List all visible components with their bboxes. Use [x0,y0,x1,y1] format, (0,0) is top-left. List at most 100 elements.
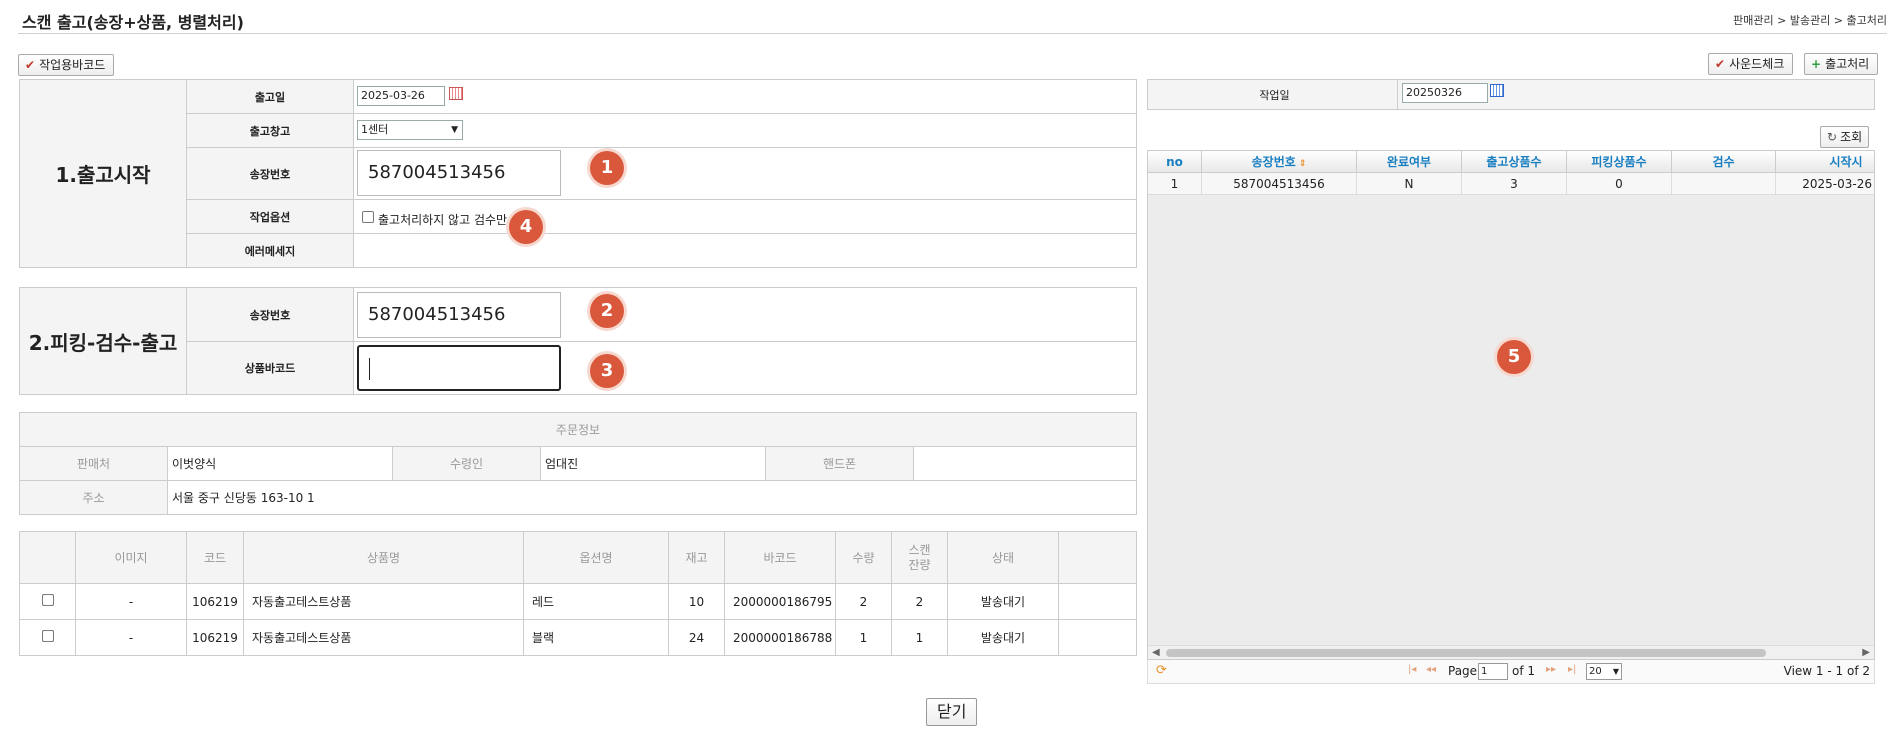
grid-col-start[interactable]: 시작시 [1776,151,1874,172]
scroll-left-icon[interactable]: ◀ [1152,646,1160,660]
grid-col-ship-qty[interactable]: 출고상품수 [1462,151,1567,172]
calendar-icon[interactable] [449,87,463,100]
picking-invoice-input[interactable]: 587004513456 [357,292,561,338]
grid-pager: ⟳ |◂ ◂◂ Page 1 of 1 ▸▸ ▸| 20 ▼ View 1 - 1… [1147,660,1875,684]
page-of-label: of 1 [1512,664,1536,678]
warehouse-select[interactable]: 1센터 ▼ [357,120,463,140]
search-button[interactable]: ↻ 조회 [1820,126,1870,148]
table-row: - 106219 자동출고테스트상품 레드 10 2000000186795 2… [19,583,1137,620]
prev-page-icon[interactable]: ◂◂ [1426,664,1436,675]
row-option: 레드 [523,583,669,620]
plus-icon: + [1811,57,1822,71]
grid-col-pick-qty[interactable]: 피킹상품수 [1567,151,1672,172]
row-extra [1058,619,1137,656]
work-barcode-label: 작업용바코드 [39,58,106,72]
breadcrumb: 판매관리 > 발송관리 > 출고처리 [1733,14,1887,27]
scroll-right-icon[interactable]: ▶ [1862,646,1870,660]
scrollbar-thumb[interactable] [1166,649,1766,657]
row-code: 106219 [186,583,244,620]
row-checkbox[interactable] [41,630,54,642]
row-image: - [75,583,187,620]
search-label: 조회 [1840,130,1863,144]
error-label: 에러메세지 [186,233,354,268]
address-label: 주소 [19,480,168,515]
row-remain: 2 [891,583,948,620]
row-qty: 2 [835,583,892,620]
invoice-label: 송장번호 [186,147,354,200]
product-barcode-input[interactable] [357,345,561,391]
ship-process-label: 출고처리 [1825,57,1870,71]
row-checkbox-cell [19,619,76,656]
ship-process-button[interactable]: + 출고처리 [1804,53,1879,75]
receiver-label: 수령인 [392,446,541,481]
row-stock: 24 [668,619,725,656]
ship-date-input[interactable]: 2025-03-26 [357,86,445,106]
grid-col-check[interactable]: 검수 [1672,151,1776,172]
work-date-input[interactable]: 20250326 [1402,83,1488,103]
address-value: 서울 중구 신당동 163-10 1 [167,480,1137,515]
work-date-label: 작업일 [1147,79,1398,110]
start-section: 1.출고시작 출고일 출고창고 송장번호 작업옵션 에러메세지 [19,79,1137,268]
row-status: 발송대기 [947,583,1059,620]
calendar-icon[interactable] [1490,84,1504,97]
row-barcode: 2000000186795 [724,583,836,620]
page-input[interactable]: 1 [1478,663,1508,680]
table-row: - 106219 자동출고테스트상품 블랙 24 2000000186788 1… [19,619,1137,656]
view-range-text: View 1 - 1 of 2 [1783,664,1870,678]
next-page-icon[interactable]: ▸▸ [1546,664,1556,675]
page-label: Page [1448,664,1478,678]
sound-check-button[interactable]: ✔ 사운드체크 [1708,53,1794,75]
text-cursor [369,358,370,380]
grid-header: no 송장번호 ⇕ 완료여부 출고상품수 피킹상품수 검수 시작시 [1148,151,1874,173]
order-info-table: 주문정보 판매처 이벗양식 수령인 엄대진 핸드폰 주소 서울 중구 신당동 1… [19,412,1137,515]
grid-col-done[interactable]: 완료여부 [1357,151,1462,172]
seller-label: 판매처 [19,446,168,481]
col-extra [1058,531,1137,584]
warehouse-label: 출고창고 [186,113,354,148]
grid-cell-start: 2025-03-26 [1802,177,1872,191]
inspect-only-label: 출고처리하지 않고 검수만 [378,213,508,227]
callout-badge-5: 5 [1497,340,1531,374]
error-message [353,233,1137,268]
row-name: 자동출고테스트상품 [243,619,524,656]
work-date-bar: 작업일 [1147,79,1875,110]
picking-section: 2.피킹-검수-출고 송장번호 상품바코드 [19,287,1137,395]
option-label: 작업옵션 [186,199,354,234]
product-barcode-label: 상품바코드 [186,341,354,395]
col-qty: 수량 [835,531,892,584]
col-image: 이미지 [75,531,187,584]
start-invoice-input[interactable]: 587004513456 [357,150,561,196]
col-name: 상품명 [243,531,524,584]
ship-date-label: 출고일 [186,79,354,114]
close-button[interactable]: 닫기 [926,698,978,726]
last-page-icon[interactable]: ▸| [1568,664,1576,675]
grid-row[interactable]: 1 587004513456 N 3 0 2025-03-26 [1148,173,1874,195]
page-size-select[interactable]: 20 ▼ [1586,663,1622,680]
grid-col-no[interactable]: no [1148,151,1202,172]
work-barcode-button[interactable]: ✔ 작업용바코드 [18,54,115,76]
callout-badge-3: 3 [590,354,624,388]
row-name: 자동출고테스트상품 [243,583,524,620]
refresh-icon: ↻ [1827,130,1838,144]
picking-invoice-label: 송장번호 [186,287,354,342]
warehouse-cell [353,113,1137,148]
callout-badge-2: 2 [590,294,624,328]
row-checkbox-cell [19,583,76,620]
reload-icon[interactable]: ⟳ [1156,663,1167,678]
sound-check-label: 사운드체크 [1729,57,1785,71]
divider [18,33,1887,34]
page-size-value: 20 [1589,666,1602,677]
phone-value [913,446,1137,481]
inspect-only-checkbox[interactable] [362,211,374,223]
horizontal-scrollbar[interactable]: ◀ ▶ [1148,645,1874,659]
callout-badge-1: 1 [590,151,624,185]
first-page-icon[interactable]: |◂ [1408,664,1416,675]
row-checkbox[interactable] [41,594,54,606]
shipment-grid: no 송장번호 ⇕ 완료여부 출고상품수 피킹상품수 검수 시작시 1 58700… [1147,150,1875,660]
sort-icon: ⇕ [1298,159,1307,169]
section2-title: 2.피킹-검수-출고 [19,287,187,395]
receiver-value: 엄대진 [540,446,766,481]
page-title: 스캔 출고(송장+상품, 병렬처리) [22,13,244,32]
row-barcode: 2000000186788 [724,619,836,656]
grid-col-invoice[interactable]: 송장번호 ⇕ [1202,151,1357,172]
